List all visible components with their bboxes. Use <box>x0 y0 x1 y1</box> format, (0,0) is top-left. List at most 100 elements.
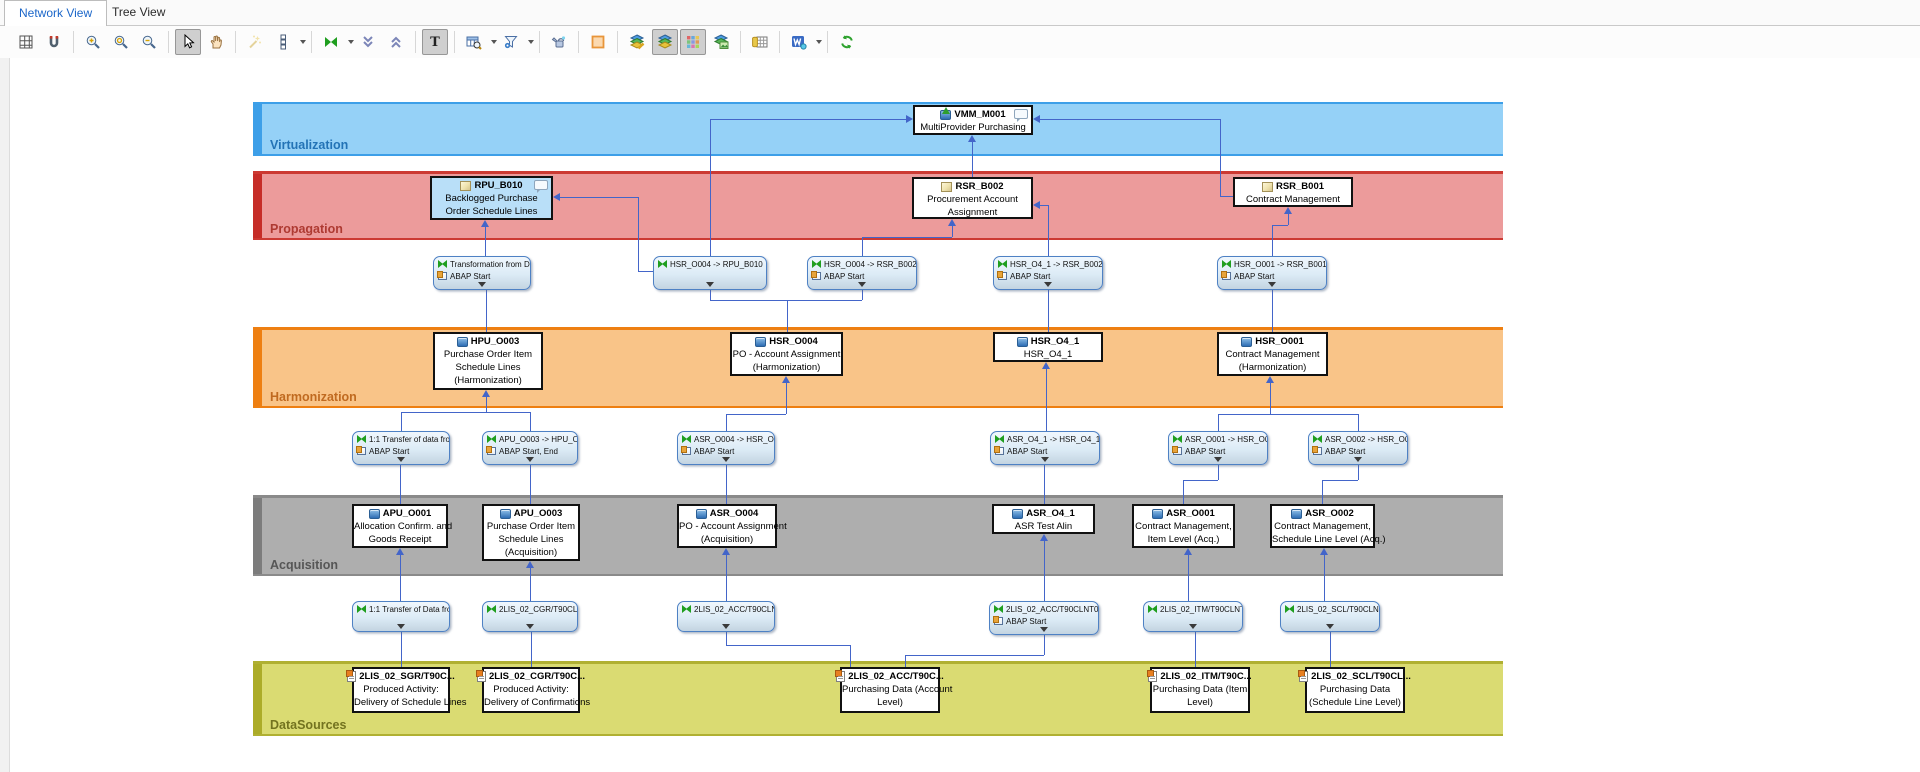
color-palette-icon[interactable] <box>680 29 706 55</box>
transform-t2a[interactable]: 1:1 Transfer of data from APU... ABAP St… <box>352 431 450 465</box>
node-HSR_O004[interactable]: HSR_O004 PO - Account Assignment (Harmon… <box>730 332 843 376</box>
grid-icon[interactable] <box>13 29 39 55</box>
collapse-arrow-icon[interactable] <box>397 624 405 629</box>
collapse-arrow-icon[interactable] <box>478 282 486 287</box>
chart-report-button[interactable] <box>785 29 822 55</box>
collapse-arrow-icon[interactable] <box>1189 624 1197 629</box>
layers-image-icon[interactable] <box>708 29 734 55</box>
left-panel-splitter[interactable] <box>0 58 10 772</box>
transform-t1d[interactable]: HSR_O4_1 -> RSR_B002 ABAP Start <box>993 256 1103 290</box>
toolbar-separator <box>827 31 828 53</box>
transform-t1b[interactable]: HSR_O004 -> RPU_B010 <box>653 256 767 290</box>
collapse-arrow-icon[interactable] <box>706 282 714 287</box>
arrowhead <box>948 219 956 226</box>
layer-virtualization: Virtualization <box>253 102 1503 156</box>
node-HSR_O001[interactable]: HSR_O001 Contract Management (Harmonizat… <box>1217 332 1328 376</box>
node-ASR_O4_1[interactable]: ASR_O4_1 ASR Test Alin <box>992 504 1095 534</box>
transform-t2f[interactable]: ASR_O002 -> HSR_O001 ABAP Start <box>1308 431 1408 465</box>
collapse-arrow-icon[interactable] <box>722 457 730 462</box>
transform-t3b[interactable]: 2LIS_02_CGR/T90CLNT090 ->... <box>482 601 578 632</box>
layer-accent <box>253 498 262 574</box>
transform-t1a[interactable]: Transformation from DSO HP... ABAP Start <box>433 256 531 290</box>
edge <box>1322 480 1358 481</box>
collapse-all-icon[interactable] <box>355 29 381 55</box>
collapse-arrow-icon[interactable] <box>1354 457 1362 462</box>
edge <box>560 197 638 198</box>
collapse-arrow-icon[interactable] <box>1268 282 1276 287</box>
expand-all-icon[interactable] <box>383 29 409 55</box>
table-search-button[interactable] <box>460 29 497 55</box>
node-HSR_O4_1[interactable]: HSR_O4_1 HSR_O4_1 <box>993 332 1103 362</box>
node-ASR_O002[interactable]: ASR_O002 Contract Management, Schedule L… <box>1270 504 1375 548</box>
collapse-arrow-icon[interactable] <box>1214 457 1222 462</box>
node-APU_O003[interactable]: APU_O003 Purchase Order Item Schedule Li… <box>482 504 580 561</box>
node-RPU_B010[interactable]: RPU_B010 Backlogged Purchase Order Sched… <box>430 176 553 220</box>
refresh-icon[interactable] <box>834 29 860 55</box>
transform-t2e[interactable]: ASR_O001 -> HSR_O001 ABAP Start <box>1168 431 1268 465</box>
layers-icon[interactable] <box>652 29 678 55</box>
dropdown-caret[interactable] <box>528 40 534 44</box>
layers-edit-icon[interactable] <box>624 29 650 55</box>
magic-wand-icon[interactable] <box>242 29 268 55</box>
dropdown-caret[interactable] <box>300 40 306 44</box>
transformation-menu-button[interactable] <box>317 29 354 55</box>
transform-t1c[interactable]: HSR_O004 -> RSR_B002 ABAP Start <box>807 256 917 290</box>
pan-hand-icon[interactable] <box>203 29 229 55</box>
filter-button[interactable] <box>497 29 534 55</box>
dropdown-caret[interactable] <box>816 40 822 44</box>
data-table-icon[interactable] <box>747 29 773 55</box>
note-icon[interactable] <box>534 180 548 190</box>
zoom-in-icon[interactable] <box>80 29 106 55</box>
node-VMM_M001[interactable]: VMM_M001 MultiProvider Purchasing <box>913 105 1033 135</box>
collapse-arrow-icon[interactable] <box>1041 457 1049 462</box>
transformation-icon <box>1148 605 1157 613</box>
collapse-arrow-icon[interactable] <box>1326 624 1334 629</box>
transform-t1e[interactable]: HSR_O001 -> RSR_B001 ABAP Start <box>1217 256 1327 290</box>
collapse-arrow-icon[interactable] <box>1044 282 1052 287</box>
collapse-arrow-icon[interactable] <box>858 282 866 287</box>
node-RSR_B001[interactable]: RSR_B001 Contract Management <box>1233 177 1353 207</box>
node-2LIS_02_SCL[interactable]: 2LIS_02_SCL/T90CL... Purchasing Data (Sc… <box>1305 667 1405 713</box>
node-2LIS_02_ITM[interactable]: 2LIS_02_ITM/T90C... Purchasing Data (Ite… <box>1150 667 1250 713</box>
transform-t3d[interactable]: 2LIS_02_ACC/T90CLNT090 ->... ABAP Start <box>989 601 1099 635</box>
text-tool-button[interactable]: T <box>422 29 448 55</box>
transform-t2c[interactable]: ASR_O004 -> HSR_O004 ABAP Start <box>677 431 775 465</box>
zoom-reset-icon[interactable] <box>108 29 134 55</box>
watering-can-icon[interactable] <box>546 29 572 55</box>
column-layout-button[interactable] <box>269 29 306 55</box>
datasource-icon <box>1148 671 1157 682</box>
node-2LIS_02_SGR[interactable]: 2LIS_02_SGR/T90C... Produced Activity: D… <box>352 667 450 713</box>
tab-tree-view[interactable]: Tree View <box>98 0 179 24</box>
collapse-arrow-icon[interactable] <box>722 624 730 629</box>
collapse-arrow-icon[interactable] <box>526 457 534 462</box>
datasource-icon <box>1299 671 1308 682</box>
arrowhead <box>1184 548 1192 555</box>
dropdown-caret[interactable] <box>348 40 354 44</box>
node-APU_O001[interactable]: APU_O001 Allocation Confirm. and Goods R… <box>352 504 448 548</box>
tab-network-view[interactable]: Network View <box>4 0 107 26</box>
frame-color-icon[interactable] <box>585 29 611 55</box>
transform-t2b[interactable]: APU_O003 -> HPU_O003 ABAP Start, End <box>482 431 578 465</box>
transformation-icon <box>682 435 691 443</box>
node-HPU_O003[interactable]: HPU_O003 Purchase Order Item Schedule Li… <box>433 332 543 390</box>
edge <box>1040 119 1220 120</box>
abap-routine-icon <box>682 447 691 455</box>
transform-t2d[interactable]: ASR_O4_1 -> HSR_O4_1 ABAP Start <box>990 431 1100 465</box>
note-icon[interactable] <box>1014 109 1028 119</box>
transform-t3e[interactable]: 2LIS_02_ITM/T90CLNT090 ->... <box>1143 601 1243 632</box>
zoom-out-icon[interactable] <box>136 29 162 55</box>
node-ASR_O004[interactable]: ASR_O004 PO - Account Assignment (Acquis… <box>677 504 777 548</box>
pointer-icon[interactable] <box>175 29 201 55</box>
dso-icon <box>1012 509 1023 519</box>
transform-t3a[interactable]: 1:1 Transfer of Data from 2LIS... <box>352 601 450 632</box>
node-ASR_O001[interactable]: ASR_O001 Contract Management, Item Level… <box>1132 504 1235 548</box>
transform-t3c[interactable]: 2LIS_02_ACC/T90CLNT090 ->... <box>677 601 775 632</box>
transform-t3f[interactable]: 2LIS_02_SCL/T90CLNT090 ->... <box>1280 601 1380 632</box>
node-RSR_B002[interactable]: RSR_B002 Procurement Account Assignment <box>912 177 1033 219</box>
collapse-arrow-icon[interactable] <box>526 624 534 629</box>
node-2LIS_02_CGR[interactable]: 2LIS_02_CGR/T90C... Produced Activity: D… <box>482 667 580 713</box>
magnet-snap-icon[interactable] <box>41 29 67 55</box>
collapse-arrow-icon[interactable] <box>397 457 405 462</box>
node-2LIS_02_ACC[interactable]: 2LIS_02_ACC/T90C... Purchasing Data (Acc… <box>840 667 940 713</box>
collapse-arrow-icon[interactable] <box>1040 627 1048 632</box>
